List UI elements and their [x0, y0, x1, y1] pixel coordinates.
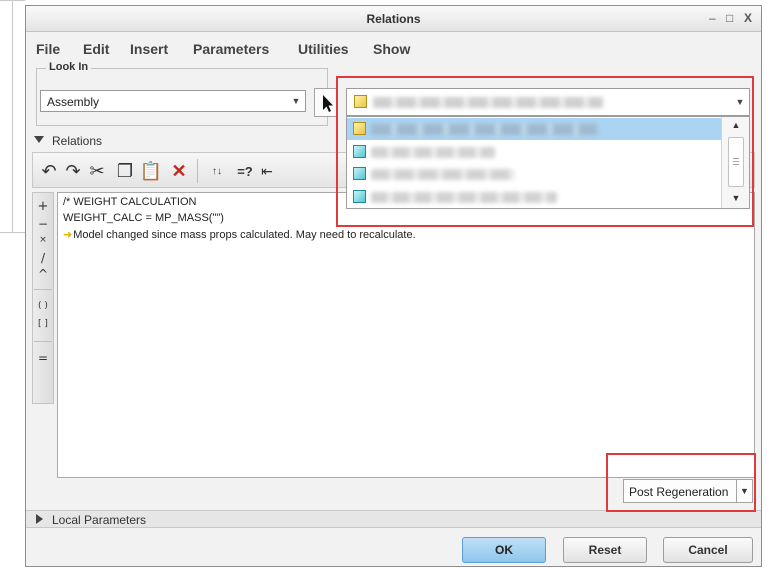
grip-line	[733, 158, 739, 159]
scroll-thumb[interactable]	[728, 137, 744, 187]
blurred-model-name	[371, 147, 495, 158]
evaluate-icon[interactable]: ↑↓	[205, 159, 229, 183]
menu-show[interactable]: Show	[373, 41, 410, 57]
palette-separator	[34, 341, 52, 342]
minus-operator-button[interactable]: −	[33, 217, 53, 231]
verify-icon[interactable]: =?	[233, 159, 257, 183]
chevron-down-icon: ▼	[735, 97, 745, 107]
window-title: Relations	[366, 12, 421, 26]
relations-label: Relations	[52, 134, 103, 148]
warning-text: Model changed since mass props calculate…	[73, 229, 416, 241]
look-in-value: Assembly	[47, 95, 100, 109]
menu-edit[interactable]: Edit	[83, 41, 109, 57]
part-icon	[353, 145, 366, 158]
model-list-item-1[interactable]	[347, 118, 721, 140]
menu-bar: File Edit Insert Parameters Utilities Sh…	[26, 38, 761, 60]
palette-separator	[34, 289, 52, 290]
model-list-item-2[interactable]	[347, 141, 721, 163]
relations-editor[interactable]: /* WEIGHT CALCULATION WEIGHT_CALC = MP_M…	[57, 192, 755, 478]
parentheses-button[interactable]: ( )	[33, 301, 53, 311]
menu-file[interactable]: File	[36, 41, 60, 57]
paste-icon[interactable]: 📋	[139, 159, 163, 183]
multiply-operator-button[interactable]: ×	[33, 235, 53, 245]
regeneration-option-value: Post Regeneration	[629, 485, 729, 499]
part-icon	[353, 167, 366, 180]
dropdown-scrollbar[interactable]: ▲ ▼	[721, 117, 749, 208]
cursor-arrow-icon	[323, 95, 333, 112]
menu-utilities[interactable]: Utilities	[298, 41, 349, 57]
model-list-item-3[interactable]	[347, 163, 721, 185]
chevron-down-icon[interactable]: ▼	[737, 479, 753, 503]
local-parameters-header[interactable]: Local Parameters	[26, 510, 761, 528]
look-in-select[interactable]: Assembly ▼	[40, 90, 306, 112]
warning-arrow-icon: ➜	[63, 228, 73, 241]
model-list-item-4[interactable]	[347, 186, 721, 208]
local-parameters-label: Local Parameters	[52, 513, 147, 527]
model-select[interactable]: ▼	[346, 88, 750, 116]
minimize-button[interactable]: –	[709, 11, 716, 25]
cancel-button[interactable]: Cancel	[663, 537, 753, 563]
maximize-button[interactable]: □	[726, 11, 733, 25]
scroll-up-icon[interactable]: ▲	[722, 120, 750, 130]
relation-warning-line: ➜Model changed since mass props calculat…	[63, 228, 416, 241]
brackets-button[interactable]: [ ]	[33, 319, 53, 329]
menu-insert[interactable]: Insert	[130, 41, 168, 57]
ok-button[interactable]: OK	[462, 537, 546, 563]
scroll-down-icon[interactable]: ▼	[722, 193, 750, 203]
grip-line	[733, 161, 739, 162]
redo-icon[interactable]: ↷	[61, 159, 85, 183]
blurred-model-name	[371, 124, 597, 135]
blurred-model-name	[371, 192, 557, 203]
delete-icon[interactable]: ✕	[167, 159, 191, 183]
blurred-model-name	[373, 97, 603, 108]
relation-line-2: WEIGHT_CALC = MP_MASS("")	[63, 212, 224, 224]
title-bar: Relations – □ X	[26, 6, 761, 32]
part-icon	[353, 190, 366, 203]
expand-triangle-icon	[36, 514, 43, 524]
power-operator-button[interactable]: ^	[33, 267, 53, 281]
reset-button[interactable]: Reset	[563, 537, 647, 563]
copy-icon[interactable]: ❐	[113, 159, 137, 183]
model-dropdown-list: ▲ ▼	[346, 116, 750, 209]
plus-operator-button[interactable]: +	[33, 199, 53, 214]
pick-model-button[interactable]	[314, 88, 338, 117]
sort-icon[interactable]: ⇤	[255, 159, 279, 183]
equals-operator-button[interactable]: =	[33, 351, 53, 365]
background-line-left	[12, 0, 13, 232]
look-in-label: Look In	[46, 61, 92, 73]
cut-icon[interactable]: ✂	[85, 159, 109, 183]
chevron-down-icon: ▼	[291, 96, 301, 106]
relation-line-1: /* WEIGHT CALCULATION	[63, 196, 197, 208]
assembly-icon	[353, 122, 366, 135]
regeneration-option-select[interactable]: Post Regeneration	[623, 479, 737, 503]
divide-operator-button[interactable]: /	[33, 251, 53, 265]
menu-parameters[interactable]: Parameters	[193, 41, 269, 57]
assembly-icon	[354, 95, 367, 108]
relations-dialog: Relations – □ X File Edit Insert Paramet…	[25, 5, 762, 567]
toolbar-separator	[197, 159, 198, 183]
grip-line	[733, 164, 739, 165]
close-button[interactable]: X	[744, 11, 752, 25]
blurred-model-name	[371, 169, 515, 180]
operator-palette: + − × / ^ ( ) [ ] =	[32, 192, 54, 404]
undo-icon[interactable]: ↶	[37, 159, 61, 183]
collapse-triangle-icon	[34, 136, 44, 143]
background-line-bottom	[0, 232, 25, 233]
